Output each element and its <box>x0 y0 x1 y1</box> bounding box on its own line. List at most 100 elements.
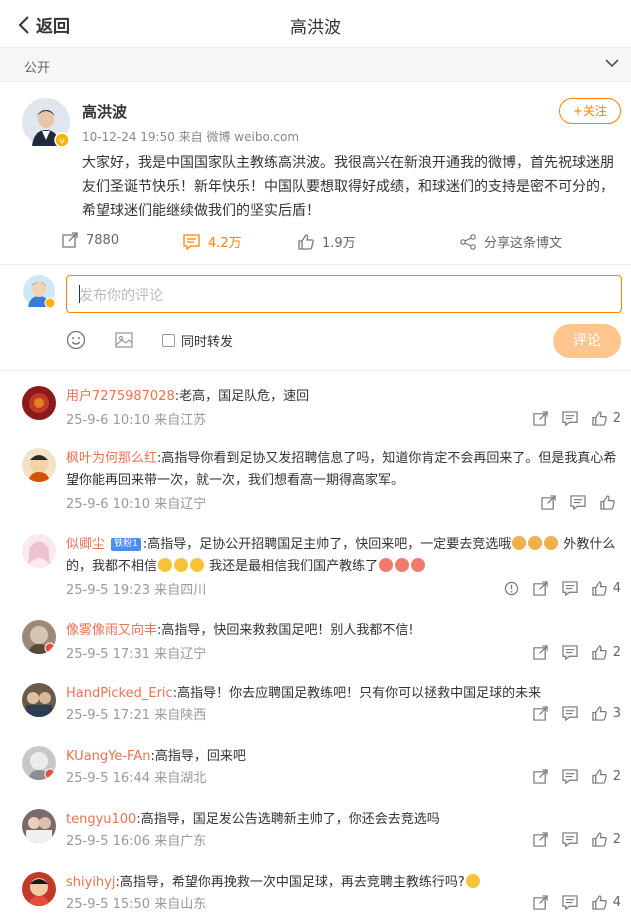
top-bar: 返回 高洪波 <box>0 0 631 48</box>
comment-username[interactable]: tengyu100 <box>66 812 136 827</box>
reply-repost-icon[interactable] <box>533 769 548 784</box>
divider <box>0 370 631 371</box>
grimace-emoji-icon <box>174 558 189 572</box>
grimace-emoji-icon <box>190 558 205 572</box>
comment-meta: 25-9-6 10:10 来自江苏 <box>66 413 207 428</box>
muscle-emoji-icon <box>512 536 527 550</box>
comment-username[interactable]: 用户7275987028 <box>66 389 175 404</box>
visibility-bar[interactable]: 公开 <box>0 48 631 82</box>
thumbs-up-icon <box>592 832 607 847</box>
comment-text: :老高，国足队危，速回 <box>174 389 310 404</box>
comment-avatar[interactable] <box>22 620 56 654</box>
comment-meta: 25-9-5 15:50 来自山东 <box>66 897 207 912</box>
follow-button[interactable]: +关注 <box>559 98 621 124</box>
comment-text: :高指导，国足发公告选聘新主帅了，你还会去竞选吗 <box>136 812 440 827</box>
thumbs-up-icon <box>592 895 607 910</box>
comment-username[interactable]: 似卿尘 <box>66 537 105 552</box>
comment-actions: 2 <box>519 411 621 426</box>
comment-like-count: 2 <box>612 832 621 847</box>
comment-username[interactable]: 枫叶为何那么红 <box>66 451 157 466</box>
thumbs-up-icon <box>600 495 615 510</box>
author-avatar[interactable]: v <box>22 98 72 152</box>
heart-eyes-emoji-icon <box>379 558 394 572</box>
comment-like-count: 3 <box>612 706 621 721</box>
reply-repost-icon[interactable] <box>533 706 548 721</box>
comment-text: :高指导，快回来救救国足吧！别人我都不信! <box>157 623 414 638</box>
visibility-label: 公开 <box>24 61 51 76</box>
checkbox-box[interactable] <box>162 334 175 347</box>
comment-meta: 25-9-5 17:21 来自陕西 <box>66 708 207 723</box>
comment-meta: 25-9-6 10:10 来自辽宁 <box>66 497 207 512</box>
report-icon[interactable] <box>504 581 519 596</box>
repost-checkbox-label: 同时转发 <box>181 335 234 350</box>
comment-username[interactable]: 像雾像雨又向丰 <box>66 623 157 638</box>
repost-count: 7880 <box>86 232 120 248</box>
share-label: 分享这条博文 <box>484 236 563 251</box>
submit-comment-button[interactable]: 评论 <box>553 324 621 358</box>
image-icon[interactable] <box>114 330 134 350</box>
like-count: 1.9万 <box>322 236 356 251</box>
heart-eyes-emoji-icon <box>395 558 410 572</box>
comment-avatar[interactable] <box>22 448 56 482</box>
comment-username[interactable]: shiyihyj <box>66 875 115 890</box>
comment-actions: 3 <box>519 706 621 721</box>
comment-avatar[interactable] <box>22 809 56 843</box>
reply-comment-icon[interactable] <box>562 645 578 660</box>
reply-repost-icon[interactable] <box>541 495 556 510</box>
comment-text: :高指导，回来吧 <box>150 749 246 764</box>
comment-username[interactable]: KUangYe-FAn <box>66 749 150 764</box>
reply-repost-icon[interactable] <box>533 411 548 426</box>
reply-comment-icon[interactable] <box>562 706 578 721</box>
reply-repost-icon[interactable] <box>533 581 548 596</box>
comment-like-button[interactable]: 2 <box>592 769 621 784</box>
comment-like-button[interactable] <box>600 495 621 510</box>
like-action[interactable]: 1.9万 <box>298 232 356 251</box>
comment-avatar[interactable] <box>22 534 56 568</box>
reply-repost-icon[interactable] <box>533 832 548 847</box>
comment-actions: 4 <box>490 581 621 596</box>
comment-icon <box>183 233 200 250</box>
reply-repost-icon[interactable] <box>533 645 548 660</box>
heart-eyes-emoji-icon <box>411 558 426 572</box>
reply-comment-icon[interactable] <box>562 769 578 784</box>
page-title: 高洪波 <box>290 18 341 38</box>
comment-like-button[interactable]: 2 <box>592 411 621 426</box>
comment-like-button[interactable]: 2 <box>592 645 621 660</box>
comment-like-button[interactable]: 3 <box>592 706 621 721</box>
comment-avatar[interactable] <box>22 746 56 780</box>
comment-input[interactable]: 发布你的评论 <box>66 275 622 313</box>
share-action[interactable]: 分享这条博文 <box>460 232 562 251</box>
emoji-icon[interactable] <box>66 330 86 350</box>
comment-action[interactable]: 4.2万 <box>183 232 242 251</box>
comment-like-button[interactable]: 2 <box>592 832 621 847</box>
chevron-down-icon[interactable] <box>605 58 619 68</box>
post-meta: 10-12-24 19:50 来自 微博 weibo.com <box>82 130 300 144</box>
reply-repost-icon[interactable] <box>533 895 548 910</box>
post-text: 大家好，我是中国国家队主教练高洪波。我很高兴在新浪开通我的微博，首先祝球迷朋友们… <box>82 155 614 219</box>
muscle-emoji-icon <box>544 536 559 550</box>
comment-like-count: 4 <box>612 581 621 596</box>
comment-username[interactable]: HandPicked_Eric <box>66 686 173 701</box>
repost-icon <box>62 232 78 248</box>
thumbs-up-icon <box>592 769 607 784</box>
thumbs-up-icon <box>592 645 607 660</box>
comment-avatar[interactable] <box>22 872 56 906</box>
comment-like-button[interactable]: 4 <box>592 895 621 910</box>
comment-like-button[interactable]: 4 <box>592 581 621 596</box>
comment-avatar[interactable] <box>22 683 56 717</box>
comment-meta: 25-9-5 16:06 来自广东 <box>66 834 207 849</box>
divider <box>0 264 631 265</box>
muscle-emoji-icon <box>528 536 543 550</box>
repost-checkbox[interactable]: 同时转发 <box>162 331 233 350</box>
comment-meta: 25-9-5 17:31 来自辽宁 <box>66 647 207 662</box>
reply-comment-icon[interactable] <box>562 832 578 847</box>
reply-comment-icon[interactable] <box>562 895 578 910</box>
comment-actions: 4 <box>519 895 621 910</box>
comment-avatar[interactable] <box>22 386 56 420</box>
thumbs-up-icon <box>592 706 607 721</box>
reply-comment-icon[interactable] <box>570 495 586 510</box>
reply-comment-icon[interactable] <box>562 581 578 596</box>
reply-comment-icon[interactable] <box>562 411 578 426</box>
repost-action[interactable]: 7880 <box>62 232 119 248</box>
author-name[interactable]: 高洪波 <box>82 101 127 122</box>
